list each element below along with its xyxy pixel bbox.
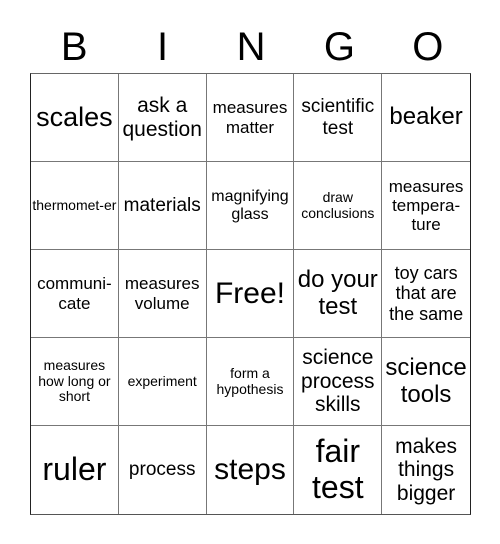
bingo-cell: process: [119, 426, 207, 514]
header-letter-o: O: [412, 25, 444, 69]
free-space: Free!: [206, 250, 295, 338]
bingo-card: scales ask a question measures matter sc…: [30, 73, 471, 515]
bingo-cell: experiment: [118, 338, 207, 426]
bingo-cell: science tools: [382, 338, 470, 426]
bingo-cell: science process skills: [294, 338, 383, 426]
bingo-cell: toy cars that are the same: [382, 250, 470, 338]
bingo-cell: measures how long or short: [31, 338, 119, 426]
bingo-cell: do your test: [294, 250, 383, 338]
bingo-cell: thermomet-er: [31, 162, 119, 250]
bingo-cell: fair test: [294, 426, 383, 514]
bingo-header: B I N G O: [30, 22, 472, 72]
bingo-cell: measures tempera-ture: [382, 162, 470, 250]
header-letter-n: N: [236, 25, 266, 69]
header-letter-b: B: [60, 25, 88, 69]
bingo-cell: scientific test: [294, 74, 383, 162]
bingo-cell: magnifying glass: [206, 162, 295, 250]
bingo-cell: makes things bigger: [395, 434, 458, 505]
bingo-cell: beaker: [382, 74, 470, 162]
header-letter-g: G: [323, 25, 355, 69]
bingo-cell: materials: [118, 162, 207, 250]
bingo-cell: form a hypothesis: [206, 338, 295, 426]
bingo-cell: draw conclusions: [294, 162, 383, 250]
bingo-cell: measures matter: [206, 74, 295, 162]
bingo-cell: communi-cate: [31, 250, 119, 338]
bingo-cell: scales: [31, 74, 119, 162]
bingo-cell: ask a question: [118, 74, 207, 162]
header-letter-i: I: [157, 25, 169, 69]
bingo-cell: measures volume: [118, 250, 207, 338]
bingo-cell: steps: [207, 426, 295, 514]
bingo-cell: ruler: [31, 426, 119, 514]
